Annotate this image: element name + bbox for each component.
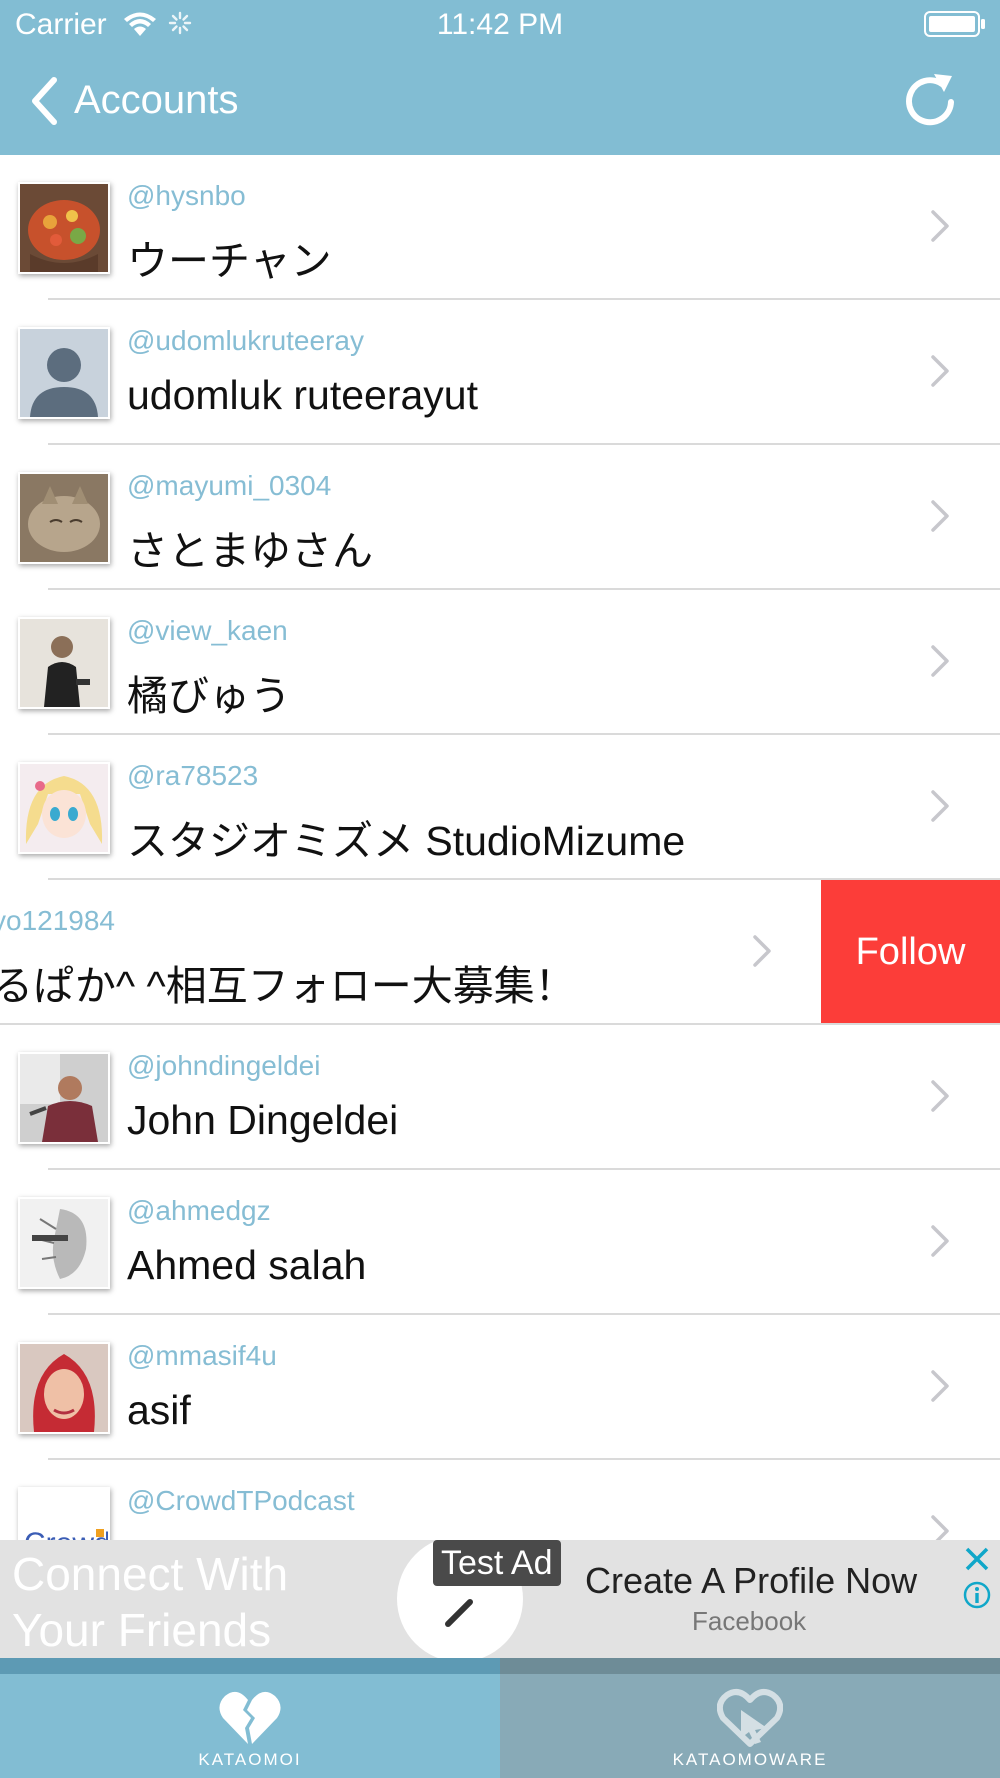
avatar xyxy=(18,617,110,709)
avatar xyxy=(18,762,110,854)
account-row-swiped[interactable]: yo121984 るぱか^ ^相互フォロー大募集！ Follow xyxy=(0,880,1000,1025)
account-row[interactable]: @view_kaen 橘びゅう xyxy=(0,590,1000,735)
account-handle: @CrowdTPodcast xyxy=(127,1485,355,1516)
chevron-right-icon xyxy=(931,1370,949,1402)
back-button[interactable]: Accounts xyxy=(28,72,268,132)
avatar xyxy=(18,1342,110,1434)
svg-text:Crowd: Crowd xyxy=(24,1527,108,1540)
tab-strip xyxy=(500,1658,1000,1674)
account-name: asif xyxy=(127,1387,191,1433)
navigation-header: Carrier 11:42 PM Accounts xyxy=(0,0,1000,155)
account-handle: @ra78523 xyxy=(127,760,259,791)
battery-icon xyxy=(924,11,985,37)
heart-cursor-icon xyxy=(717,1688,783,1747)
account-row[interactable]: Crowd @CrowdTPodcast xyxy=(0,1460,1000,1540)
tab-label: KATAOMOI xyxy=(198,1750,302,1769)
chevron-right-icon xyxy=(753,935,771,967)
ad-banner[interactable]: Connect With Your Friends Test Ad Create… xyxy=(0,1540,1000,1658)
account-row[interactable]: @mmasif4u asif xyxy=(0,1315,1000,1460)
account-handle: @view_kaen xyxy=(127,615,288,646)
account-handle: @ahmedgz xyxy=(127,1195,271,1226)
info-icon[interactable] xyxy=(962,1580,992,1610)
chevron-right-icon xyxy=(931,1080,949,1112)
account-row[interactable]: @johndingeldei John Dingeldei xyxy=(0,1025,1000,1170)
account-name: さとまゆさん xyxy=(127,528,373,574)
account-handle: @johndingeldei xyxy=(127,1050,321,1081)
test-ad-badge: Test Ad xyxy=(433,1540,561,1586)
chevron-right-icon xyxy=(931,1225,949,1257)
chevron-right-icon xyxy=(445,1599,473,1627)
avatar xyxy=(18,1197,110,1289)
tab-kataomoi[interactable]: KATAOMOI xyxy=(0,1658,500,1778)
avatar xyxy=(18,1052,110,1144)
status-bar: Carrier 11:42 PM xyxy=(0,0,1000,50)
follow-button[interactable]: Follow xyxy=(821,880,1000,1025)
avatar: Crowd xyxy=(18,1487,110,1540)
account-name: スタジオミズメ StudioMizume xyxy=(127,818,686,864)
close-icon[interactable] xyxy=(962,1544,992,1574)
account-row[interactable]: @hysnbo ウーチャン xyxy=(0,155,1000,300)
tab-label: KATAOMOWARE xyxy=(672,1750,828,1769)
account-handle: yo121984 xyxy=(0,905,116,936)
account-name: Ahmed salah xyxy=(127,1242,367,1288)
account-handle: @udomlukruteeray xyxy=(127,325,364,356)
chevron-right-icon xyxy=(931,790,949,822)
chevron-right-icon xyxy=(931,645,949,677)
chevron-left-icon xyxy=(32,77,57,125)
account-name: ウーチャン xyxy=(127,238,332,284)
avatar xyxy=(18,472,110,564)
ad-headline: Connect With Your Friends xyxy=(12,1548,289,1656)
account-row[interactable]: @mayumi_0304 さとまゆさん xyxy=(0,445,1000,590)
avatar xyxy=(18,327,110,419)
account-handle: @mayumi_0304 xyxy=(127,470,332,501)
chevron-right-icon xyxy=(931,500,949,532)
refresh-button[interactable] xyxy=(898,68,962,132)
chevron-right-icon xyxy=(931,355,949,387)
accounts-list[interactable]: @hysnbo ウーチャン @udomlukruteeray udomluk r… xyxy=(0,155,1000,1540)
tab-strip xyxy=(0,1658,500,1674)
avatar xyxy=(18,182,110,274)
account-name: るぱか^ ^相互フォロー大募集！ xyxy=(0,963,576,1009)
clock: 11:42 PM xyxy=(436,8,564,41)
tab-bar: KATAOMOI KATAOMOWARE xyxy=(0,1658,1000,1778)
account-handle: @hysnbo xyxy=(127,180,246,211)
ad-cta[interactable]: Create A Profile Now xyxy=(585,1560,917,1602)
chevron-right-icon xyxy=(931,1515,949,1540)
account-name: 橘びゅう xyxy=(127,673,291,719)
back-button-label: Accounts xyxy=(74,78,239,122)
account-row[interactable]: @ra78523 スタジオミズメ StudioMizume xyxy=(0,735,1000,880)
ad-advertiser: Facebook xyxy=(692,1606,807,1636)
tab-kataomoware[interactable]: KATAOMOWARE xyxy=(500,1658,1000,1778)
account-row[interactable]: @ahmedgz Ahmed salah xyxy=(0,1170,1000,1315)
chevron-right-icon xyxy=(931,210,949,242)
account-handle: @mmasif4u xyxy=(127,1340,277,1371)
refresh-icon xyxy=(906,74,954,126)
account-name: John Dingeldei xyxy=(127,1097,399,1143)
account-row[interactable]: @udomlukruteeray udomluk ruteerayut xyxy=(0,300,1000,445)
broken-heart-icon xyxy=(219,1691,281,1744)
account-name: udomluk ruteerayut xyxy=(127,372,478,418)
